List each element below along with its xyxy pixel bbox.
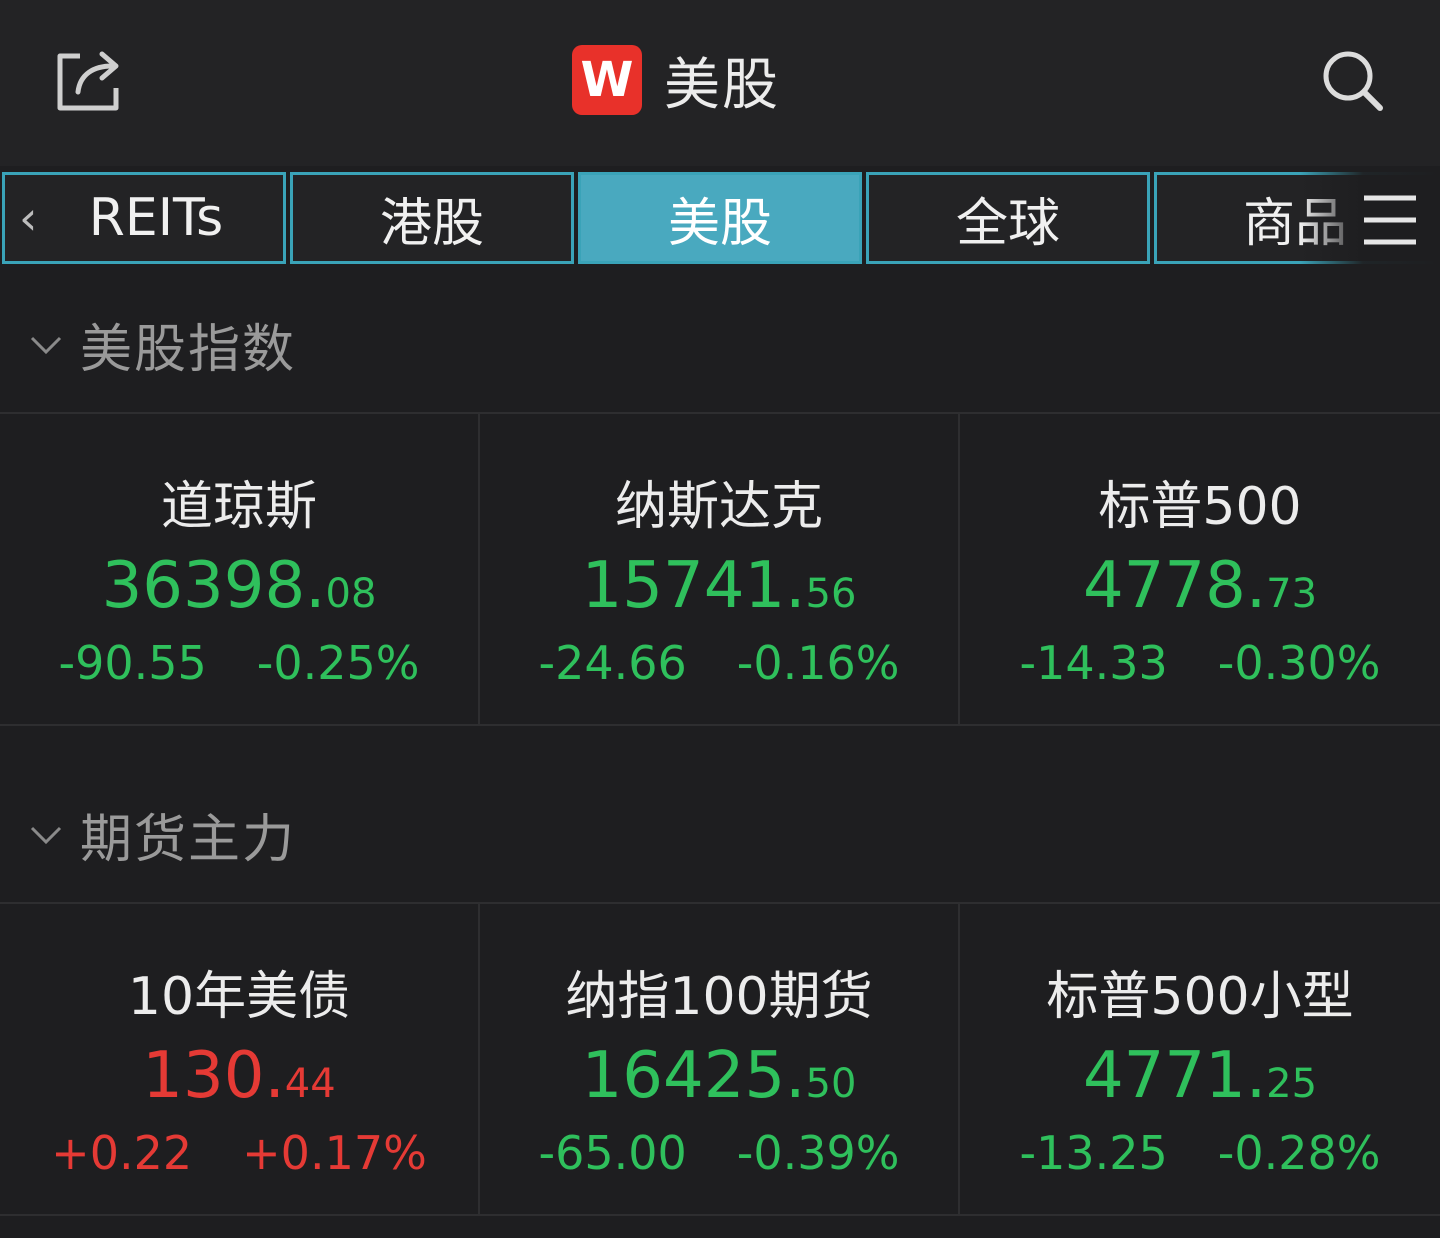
- quote-change: -90.55 -0.25%: [0, 636, 478, 690]
- price-decimal: 50: [805, 1061, 857, 1107]
- quote-card[interactable]: 道琼斯 36398.08 -90.55 -0.25%: [0, 414, 480, 724]
- search-button[interactable]: [1318, 46, 1388, 116]
- price-decimal: 25: [1266, 1061, 1318, 1107]
- share-icon: [57, 51, 119, 111]
- quote-price: 15741.56: [480, 546, 958, 634]
- chevron-left-icon[interactable]: ‹: [19, 191, 37, 245]
- menu-button[interactable]: [1362, 192, 1418, 248]
- price-integer: 36398.: [101, 549, 326, 623]
- change-value: +0.22: [51, 1126, 193, 1180]
- quote-change: -14.33 -0.30%: [960, 636, 1440, 690]
- quote-name: 标普500: [1098, 477, 1302, 537]
- quote-name: 纳斯达克: [614, 477, 823, 537]
- tab-label: 全球: [955, 193, 1060, 254]
- change-percent: -0.30%: [1217, 636, 1381, 690]
- change-percent: -0.28%: [1217, 1126, 1381, 1180]
- quote-change: -65.00 -0.39%: [480, 1126, 958, 1180]
- quote-card[interactable]: 纳指100期货 16425.50 -65.00 -0.39%: [480, 904, 960, 1214]
- tab-label: 港股: [379, 193, 484, 254]
- page: W 美股 ‹ REITs 港股 美股 全球 商品 美股指数 道琼斯 36398.…: [0, 0, 1440, 1238]
- price-integer: 4778.: [1082, 549, 1267, 623]
- tab-global[interactable]: 全球: [866, 172, 1150, 264]
- change-percent: -0.25%: [256, 636, 420, 690]
- quote-card[interactable]: 纳斯达克 15741.56 -24.66 -0.16%: [480, 414, 960, 724]
- price-decimal: 08: [325, 571, 377, 617]
- indices-grid: 道琼斯 36398.08 -90.55 -0.25% 纳斯达克 15741.56…: [0, 412, 1440, 726]
- quote-change: -13.25 -0.28%: [960, 1126, 1440, 1180]
- quote-name: 道琼斯: [160, 477, 317, 537]
- price-decimal: 56: [805, 571, 857, 617]
- quote-name: 10年美债: [127, 967, 351, 1027]
- tab-label: 美股: [667, 193, 772, 254]
- tab-hk-stocks[interactable]: 港股: [290, 172, 574, 264]
- top-bar: W 美股: [0, 0, 1440, 166]
- header-title-group: W 美股: [572, 44, 780, 118]
- change-value: -24.66: [538, 636, 687, 690]
- price-integer: 16425.: [581, 1039, 806, 1113]
- quote-price: 16425.50: [480, 1036, 958, 1124]
- section-title: 美股指数: [80, 319, 297, 380]
- change-percent: -0.39%: [736, 1126, 900, 1180]
- price-decimal: 73: [1266, 571, 1318, 617]
- section-header-futures[interactable]: 期货主力: [0, 784, 1440, 884]
- price-integer: 4771.: [1082, 1039, 1267, 1113]
- section-header-indices[interactable]: 美股指数: [0, 294, 1440, 394]
- quote-price: 4778.73: [960, 546, 1440, 634]
- share-button[interactable]: [50, 44, 126, 116]
- quote-card[interactable]: 标普500小型 4771.25 -13.25 -0.28%: [960, 904, 1440, 1214]
- change-value: -14.33: [1019, 636, 1168, 690]
- app-logo: W: [572, 45, 642, 115]
- search-icon: [1323, 51, 1383, 111]
- quote-card[interactable]: 10年美债 130.44 +0.22 +0.17%: [0, 904, 480, 1214]
- chevron-down-icon: [30, 336, 62, 355]
- change-value: -90.55: [58, 636, 207, 690]
- section-title: 期货主力: [80, 809, 297, 870]
- change-percent: +0.17%: [242, 1126, 427, 1180]
- futures-grid: 10年美债 130.44 +0.22 +0.17% 纳指100期货 16425.…: [0, 902, 1440, 1216]
- menu-icon: [1364, 195, 1416, 245]
- quote-price: 130.44: [0, 1036, 478, 1124]
- quote-change: -24.66 -0.16%: [480, 636, 958, 690]
- quote-change: +0.22 +0.17%: [0, 1126, 478, 1180]
- change-value: -65.00: [538, 1126, 687, 1180]
- quote-price: 36398.08: [0, 546, 478, 634]
- page-title: 美股: [664, 52, 780, 118]
- tab-us-stocks[interactable]: 美股: [578, 172, 862, 264]
- change-percent: -0.16%: [736, 636, 900, 690]
- quote-name: 纳指100期货: [565, 967, 873, 1027]
- quote-name: 标普500小型: [1046, 967, 1354, 1027]
- market-tabs: ‹ REITs 港股 美股 全球 商品: [0, 166, 1440, 272]
- tab-reits[interactable]: ‹ REITs: [2, 172, 286, 264]
- quote-card[interactable]: 标普500 4778.73 -14.33 -0.30%: [960, 414, 1440, 724]
- price-integer: 130.: [142, 1039, 285, 1113]
- chevron-down-icon: [30, 826, 62, 845]
- price-integer: 15741.: [581, 549, 806, 623]
- quote-price: 4771.25: [960, 1036, 1440, 1124]
- price-decimal: 44: [284, 1061, 336, 1107]
- tab-label: REITs: [88, 188, 224, 248]
- change-value: -13.25: [1019, 1126, 1168, 1180]
